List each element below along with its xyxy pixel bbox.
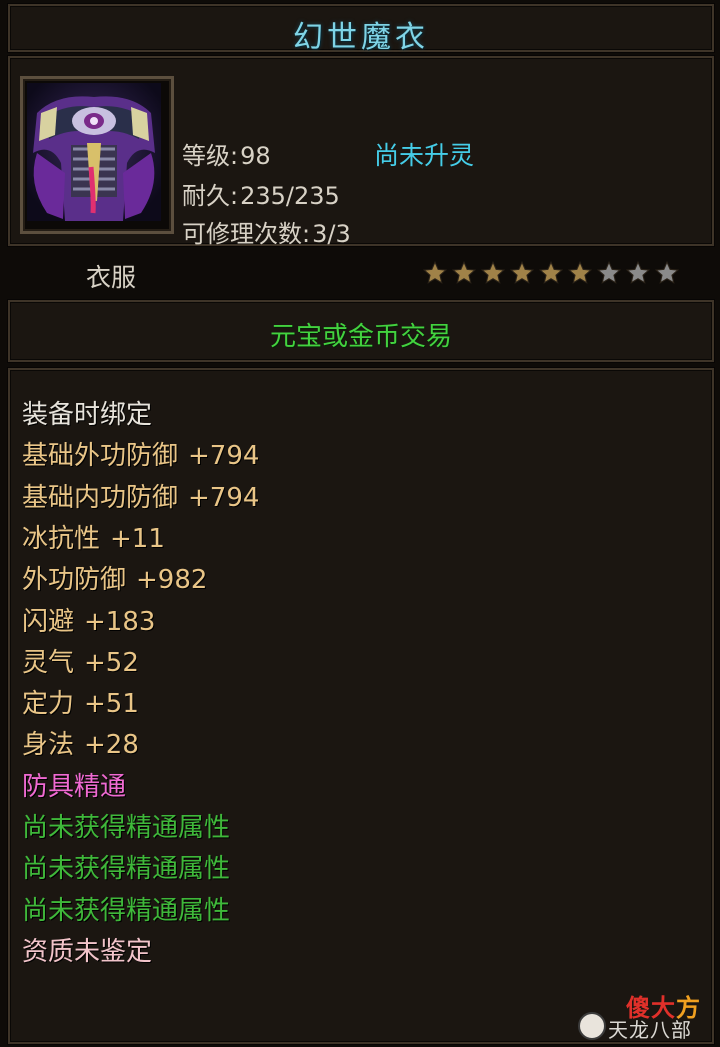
- attribute-line: 冰抗性 +11: [22, 524, 165, 554]
- attribute-line: 身法 +28: [22, 730, 139, 760]
- attribute-label: 灵气: [22, 647, 75, 678]
- star-filled-icon: [451, 260, 477, 284]
- attribute-line: 闪避 +183: [22, 607, 155, 637]
- attribute-line: 装备时绑定: [22, 400, 152, 430]
- trade-bar: 元宝或金币交易: [8, 300, 714, 362]
- attribute-line: 灵气 +52: [22, 648, 139, 678]
- attribute-label: 资质未鉴定: [22, 936, 153, 967]
- attribute-label: 防具精通: [22, 771, 127, 802]
- robe-armor-icon: [27, 83, 161, 221]
- star-filled-icon: [480, 260, 506, 284]
- repair-value: 3/3: [312, 220, 351, 248]
- repair-label: 可修理次数:: [182, 220, 311, 248]
- durability-label: 耐久:: [182, 182, 239, 210]
- attribute-label: 身法: [22, 730, 75, 761]
- star-filled-icon: [509, 260, 535, 284]
- attribute-label: 装备时绑定: [22, 400, 153, 430]
- star-rating: [422, 260, 680, 286]
- watermark-badge-icon: [578, 1012, 606, 1040]
- attribute-label: 尚未获得精通属性: [22, 813, 231, 843]
- level-label: 等级:: [182, 142, 239, 170]
- spirit-status: 尚未升灵: [374, 141, 475, 170]
- stat-durability: 耐久:235/235: [182, 176, 340, 211]
- star-filled-icon: [538, 260, 564, 284]
- attribute-line: 外功防御 +982: [22, 565, 207, 595]
- item-title-bar: 幻世魔衣: [8, 4, 714, 55]
- attribute-label: 定力: [22, 689, 75, 720]
- attribute-label: 基础外功防御: [22, 441, 179, 472]
- item-icon-frame: [20, 76, 174, 234]
- attribute-value: +794: [188, 441, 260, 472]
- stat-repair-count: 可修理次数:3/3: [182, 214, 351, 249]
- level-value: 98: [240, 142, 271, 170]
- attribute-value: +982: [136, 565, 208, 596]
- attribute-line: 尚未获得精通属性: [22, 854, 230, 884]
- attribute-line: 基础内功防御 +794: [22, 483, 259, 513]
- attribute-line: 基础外功防御 +794: [22, 441, 259, 471]
- item-type-row: 衣服: [8, 250, 714, 296]
- attribute-value: +52: [84, 647, 139, 678]
- attribute-value: +183: [84, 606, 156, 637]
- attribute-label: 冰抗性: [22, 523, 101, 554]
- star-empty-icon: [654, 260, 680, 284]
- star-filled-icon: [567, 260, 593, 284]
- star-empty-icon: [596, 260, 622, 284]
- star-empty-icon: [625, 260, 651, 284]
- attribute-value: +794: [188, 482, 260, 513]
- attribute-label: 闪避: [22, 606, 75, 637]
- attribute-panel: 装备时绑定基础外功防御 +794 基础内功防御 +794 冰抗性 +11 外功防御 +982 闪…: [8, 368, 714, 1044]
- attribute-line: 资质未鉴定: [22, 937, 152, 967]
- star-filled-icon: [422, 260, 448, 284]
- attribute-line: 定力 +51: [22, 689, 139, 719]
- durability-value: 235/235: [240, 182, 340, 210]
- attribute-value: +28: [84, 730, 139, 761]
- trade-text: 元宝或金币交易: [269, 322, 452, 352]
- attribute-label: 尚未获得精通属性: [22, 854, 231, 885]
- attribute-value: +51: [84, 689, 139, 720]
- attribute-label: 外功防御: [22, 565, 127, 596]
- attribute-line: 防具精通: [22, 772, 126, 802]
- attribute-line: 尚未获得精通属性: [22, 896, 230, 926]
- attribute-value: +11: [110, 523, 165, 554]
- attribute-line: 尚未获得精通属性: [22, 813, 230, 843]
- stat-level: 等级:98: [182, 136, 271, 171]
- item-name: 幻世魔衣: [293, 20, 429, 55]
- watermark: 天龙八部 傻大方: [572, 992, 720, 1044]
- item-info-panel: 等级:98 尚未升灵 耐久:235/235 可修理次数:3/3: [8, 56, 714, 249]
- attribute-label: 基础内功防御: [22, 482, 179, 513]
- attribute-label: 尚未获得精通属性: [22, 895, 231, 926]
- item-type: 衣服: [86, 263, 137, 292]
- watermark-logo: 傻大方: [626, 994, 701, 1022]
